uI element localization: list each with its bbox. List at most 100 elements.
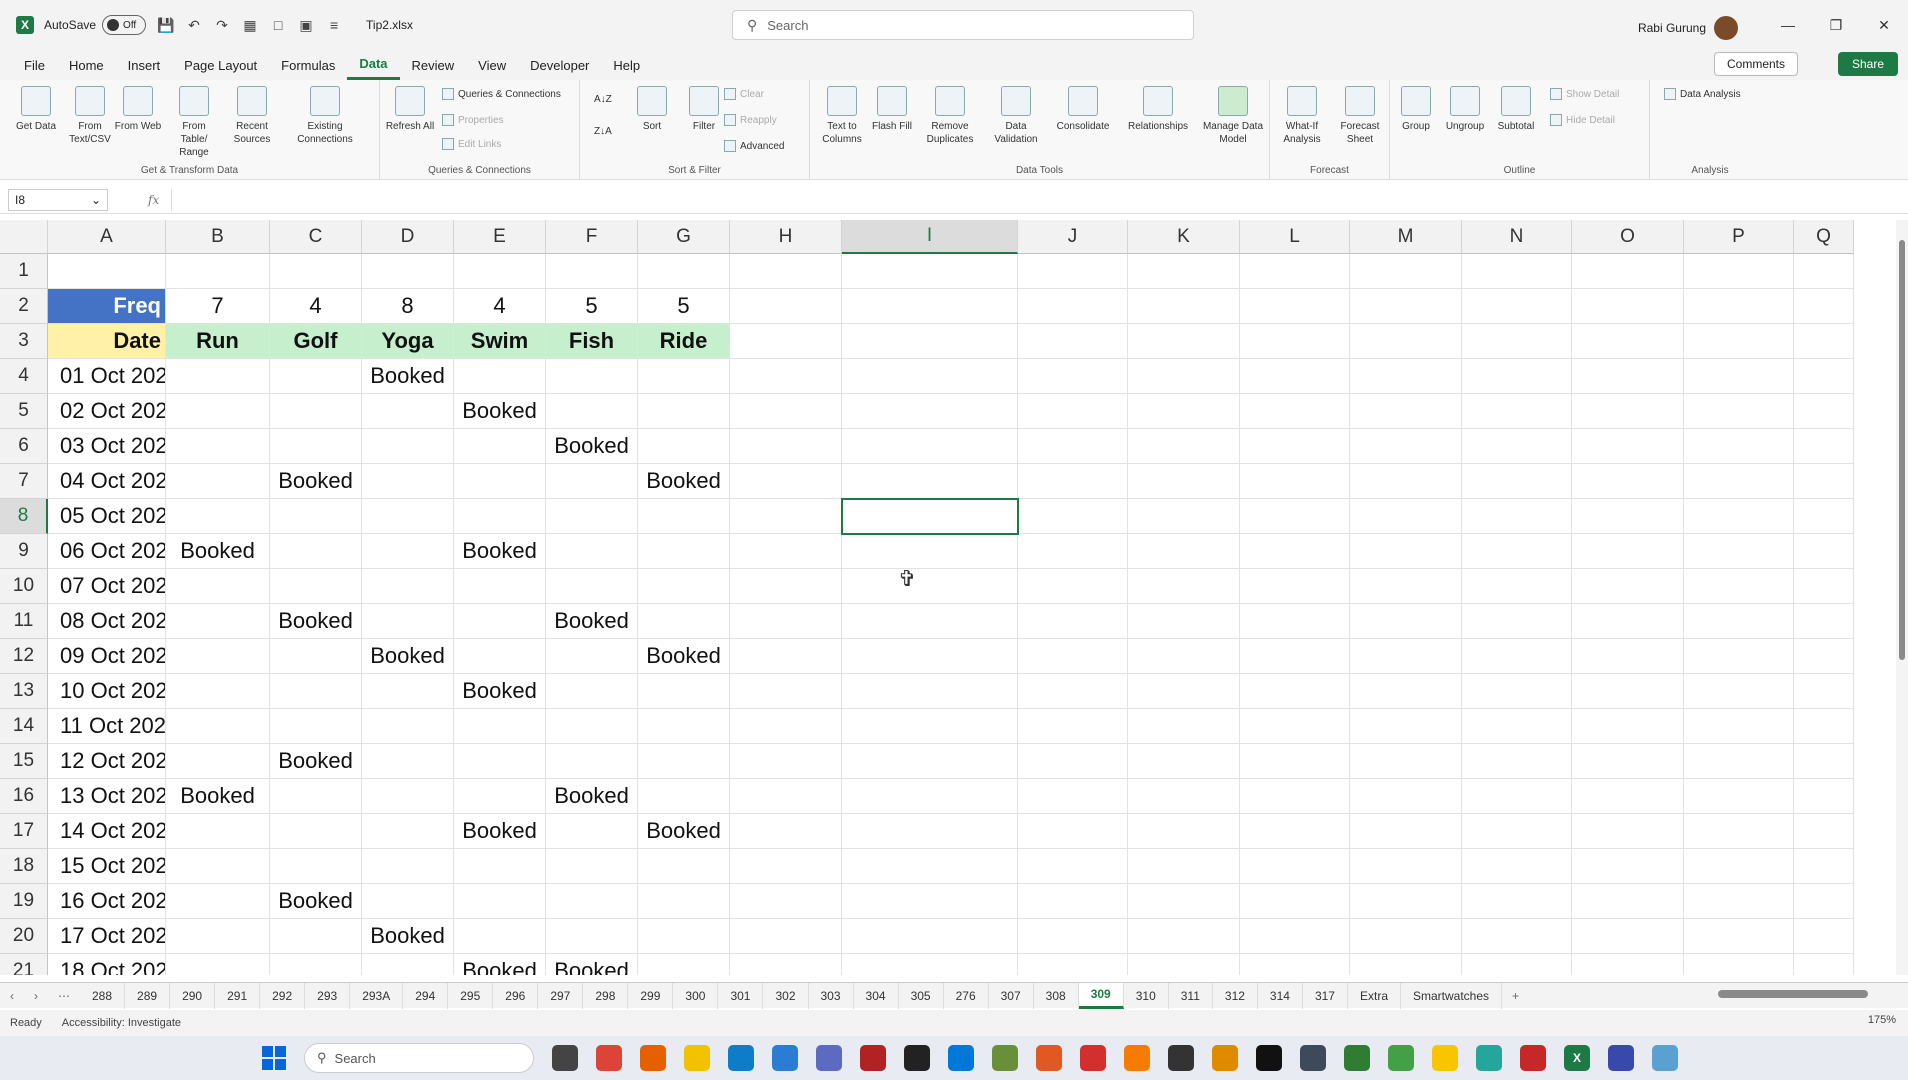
windows-start-icon[interactable] bbox=[262, 1046, 286, 1070]
row-header-3[interactable]: 3 bbox=[0, 324, 48, 359]
cell-g13[interactable] bbox=[638, 674, 730, 709]
cell-g14[interactable] bbox=[638, 709, 730, 744]
sort-az-icon[interactable]: A↓Z bbox=[594, 94, 612, 105]
cell-q11[interactable] bbox=[1794, 604, 1854, 639]
cell-d1[interactable] bbox=[362, 254, 454, 289]
cell-e3[interactable]: Swim bbox=[454, 324, 546, 359]
cell-e8[interactable] bbox=[454, 499, 546, 534]
cell-a7[interactable]: 04 Oct 2023 bbox=[48, 464, 166, 499]
cell-a3[interactable]: Date bbox=[48, 324, 166, 359]
cell-k3[interactable] bbox=[1128, 324, 1240, 359]
cell-a21[interactable]: 18 Oct 2023 bbox=[48, 954, 166, 975]
comment-icon[interactable]: □ bbox=[270, 17, 286, 33]
cell-q12[interactable] bbox=[1794, 639, 1854, 674]
filezilla-icon[interactable] bbox=[860, 1045, 886, 1071]
sheet-tab-295[interactable]: 295 bbox=[448, 982, 494, 1009]
row-header-17[interactable]: 17 bbox=[0, 814, 48, 849]
vertical-scrollbar[interactable] bbox=[1896, 220, 1908, 975]
column-header-n[interactable]: N bbox=[1462, 220, 1572, 254]
cell-m2[interactable] bbox=[1350, 289, 1462, 324]
cell-k12[interactable] bbox=[1128, 639, 1240, 674]
cell-i21[interactable] bbox=[842, 954, 1018, 975]
vscode-icon[interactable] bbox=[948, 1045, 974, 1071]
tab-data[interactable]: Data bbox=[347, 50, 400, 80]
manage-data-model-button[interactable]: Manage Data Model bbox=[1200, 86, 1266, 146]
cell-l17[interactable] bbox=[1240, 814, 1350, 849]
cell-l18[interactable] bbox=[1240, 849, 1350, 884]
cell-q16[interactable] bbox=[1794, 779, 1854, 814]
cell-o12[interactable] bbox=[1572, 639, 1684, 674]
cell-q15[interactable] bbox=[1794, 744, 1854, 779]
cell-p4[interactable] bbox=[1684, 359, 1794, 394]
cell-o2[interactable] bbox=[1572, 289, 1684, 324]
cell-b1[interactable] bbox=[166, 254, 270, 289]
cell-n2[interactable] bbox=[1462, 289, 1572, 324]
cell-d18[interactable] bbox=[362, 849, 454, 884]
cell-h8[interactable] bbox=[730, 499, 842, 534]
cell-k21[interactable] bbox=[1128, 954, 1240, 975]
cell-d11[interactable] bbox=[362, 604, 454, 639]
paint-icon[interactable] bbox=[1168, 1045, 1194, 1071]
sheet-tab-304[interactable]: 304 bbox=[854, 982, 899, 1009]
cell-c16[interactable] bbox=[270, 779, 362, 814]
cell-o1[interactable] bbox=[1572, 254, 1684, 289]
cell-l3[interactable] bbox=[1240, 324, 1350, 359]
cell-e15[interactable] bbox=[454, 744, 546, 779]
cell-a12[interactable]: 09 Oct 2023 bbox=[48, 639, 166, 674]
select-all-corner[interactable] bbox=[0, 220, 48, 254]
cell-m16[interactable] bbox=[1350, 779, 1462, 814]
cell-b5[interactable] bbox=[166, 394, 270, 429]
column-header-m[interactable]: M bbox=[1350, 220, 1462, 254]
sheet-tab-312[interactable]: 312 bbox=[1213, 982, 1258, 1009]
comments-button[interactable]: Comments bbox=[1713, 52, 1798, 76]
refresh-all-button[interactable]: Refresh All bbox=[384, 86, 436, 133]
cell-k4[interactable] bbox=[1128, 359, 1240, 394]
cell-c3[interactable]: Golf bbox=[270, 324, 362, 359]
cell-d10[interactable] bbox=[362, 569, 454, 604]
row-header-8[interactable]: 8 bbox=[0, 499, 48, 534]
cell-h20[interactable] bbox=[730, 919, 842, 954]
sheet-tab-smartwatches[interactable]: Smartwatches bbox=[1401, 982, 1503, 1009]
cell-n1[interactable] bbox=[1462, 254, 1572, 289]
cell-k2[interactable] bbox=[1128, 289, 1240, 324]
cell-d9[interactable] bbox=[362, 534, 454, 569]
cell-l15[interactable] bbox=[1240, 744, 1350, 779]
column-header-i[interactable]: I bbox=[842, 220, 1018, 254]
cell-c5[interactable] bbox=[270, 394, 362, 429]
row-header-11[interactable]: 11 bbox=[0, 604, 48, 639]
cell-q18[interactable] bbox=[1794, 849, 1854, 884]
cell-h21[interactable] bbox=[730, 954, 842, 975]
cell-h11[interactable] bbox=[730, 604, 842, 639]
tab-help[interactable]: Help bbox=[601, 50, 652, 80]
sheet-tab-301[interactable]: 301 bbox=[718, 982, 764, 1009]
cell-h10[interactable] bbox=[730, 569, 842, 604]
cell-m4[interactable] bbox=[1350, 359, 1462, 394]
cell-b19[interactable] bbox=[166, 884, 270, 919]
cell-e18[interactable] bbox=[454, 849, 546, 884]
cell-i1[interactable] bbox=[842, 254, 1018, 289]
cell-j21[interactable] bbox=[1018, 954, 1128, 975]
cell-i14[interactable] bbox=[842, 709, 1018, 744]
cell-o13[interactable] bbox=[1572, 674, 1684, 709]
cell-l2[interactable] bbox=[1240, 289, 1350, 324]
cell-k15[interactable] bbox=[1128, 744, 1240, 779]
cell-h6[interactable] bbox=[730, 429, 842, 464]
cell-k18[interactable] bbox=[1128, 849, 1240, 884]
cell-g9[interactable] bbox=[638, 534, 730, 569]
cell-n11[interactable] bbox=[1462, 604, 1572, 639]
cell-n17[interactable] bbox=[1462, 814, 1572, 849]
cell-l6[interactable] bbox=[1240, 429, 1350, 464]
column-header-h[interactable]: H bbox=[730, 220, 842, 254]
forecast-sheet-button[interactable]: Forecast Sheet bbox=[1332, 86, 1388, 146]
cell-a20[interactable]: 17 Oct 2023 bbox=[48, 919, 166, 954]
cell-m1[interactable] bbox=[1350, 254, 1462, 289]
horizontal-scroll-thumb[interactable] bbox=[1718, 990, 1868, 998]
cell-i2[interactable] bbox=[842, 289, 1018, 324]
cell-d2[interactable]: 8 bbox=[362, 289, 454, 324]
cell-p7[interactable] bbox=[1684, 464, 1794, 499]
cell-f16[interactable]: Booked bbox=[546, 779, 638, 814]
row-header-18[interactable]: 18 bbox=[0, 849, 48, 884]
cell-q14[interactable] bbox=[1794, 709, 1854, 744]
sheet-tab-288[interactable]: 288 bbox=[80, 982, 126, 1009]
cell-e1[interactable] bbox=[454, 254, 546, 289]
